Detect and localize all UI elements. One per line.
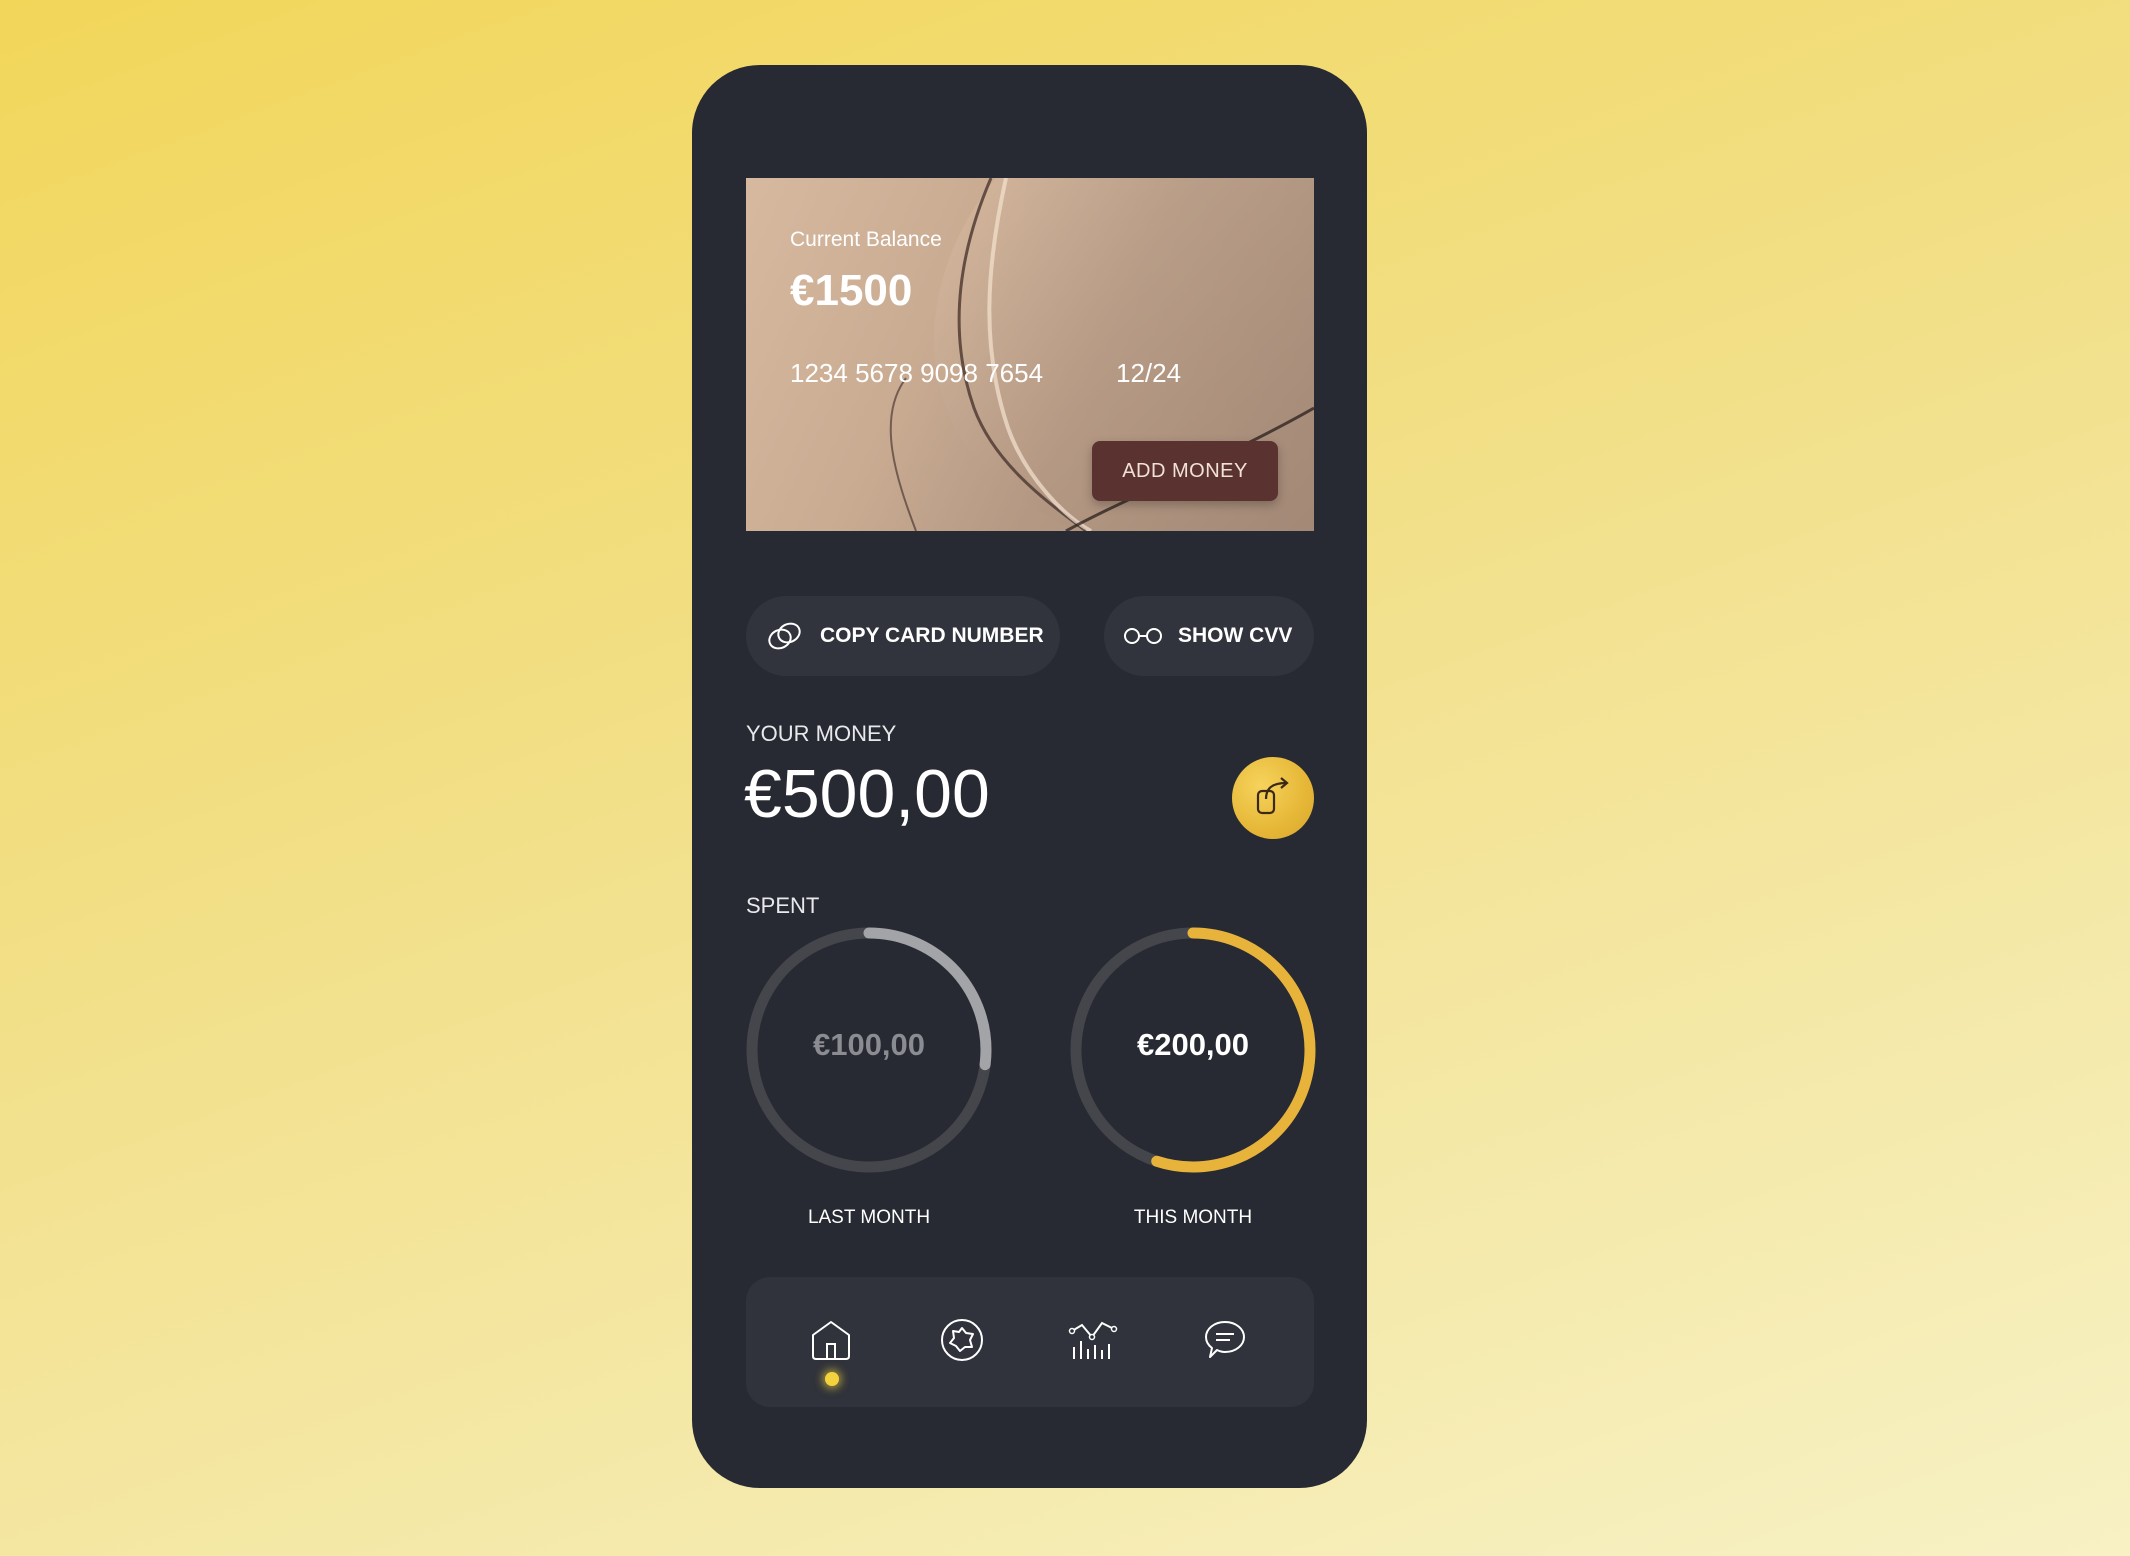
show-cvv-label: SHOW CVV — [1178, 624, 1293, 647]
phone-frame: Current Balance €1500 1234 5678 9098 765… — [692, 65, 1367, 1488]
chat-icon — [1202, 1317, 1248, 1368]
nav-stats[interactable] — [1068, 1317, 1118, 1367]
bottom-navigation — [746, 1277, 1314, 1407]
balance-value: €1500 — [790, 266, 913, 315]
nav-chat[interactable] — [1200, 1317, 1250, 1367]
glasses-icon — [1124, 627, 1162, 645]
home-icon — [808, 1317, 854, 1368]
copy-card-number-label: COPY CARD NUMBER — [820, 624, 1044, 647]
your-money-value: €500,00 — [744, 756, 990, 832]
copy-card-number-button[interactable]: COPY CARD NUMBER — [746, 596, 1060, 676]
active-indicator — [825, 1372, 839, 1386]
explore-icon — [939, 1317, 985, 1368]
card-expiry: 12/24 — [1116, 358, 1182, 388]
balance-label: Current Balance — [790, 228, 942, 251]
share-button[interactable] — [1232, 757, 1314, 839]
last-month-caption: LAST MONTH — [807, 1207, 931, 1228]
last-month-ring: €100,00 — [746, 927, 992, 1178]
this-month-ring: €200,00 — [1070, 927, 1316, 1178]
this-month-caption: THIS MONTH — [1133, 1207, 1253, 1228]
nav-home[interactable] — [806, 1317, 856, 1367]
share-icon — [1250, 773, 1296, 824]
stats-icon — [1068, 1317, 1118, 1368]
your-money-label: YOUR MONEY — [746, 721, 897, 746]
this-month-value: €200,00 — [1136, 1027, 1250, 1062]
nav-explore[interactable] — [937, 1317, 987, 1367]
spent-label: SPENT — [746, 893, 820, 918]
add-money-button[interactable]: ADD MONEY — [1092, 441, 1278, 501]
balance-card: Current Balance €1500 1234 5678 9098 765… — [746, 178, 1314, 531]
show-cvv-button[interactable]: SHOW CVV — [1104, 596, 1314, 676]
last-month-value: €100,00 — [812, 1027, 926, 1062]
link-rings-icon — [766, 620, 804, 652]
card-number: 1234 5678 9098 7654 — [790, 358, 1044, 388]
